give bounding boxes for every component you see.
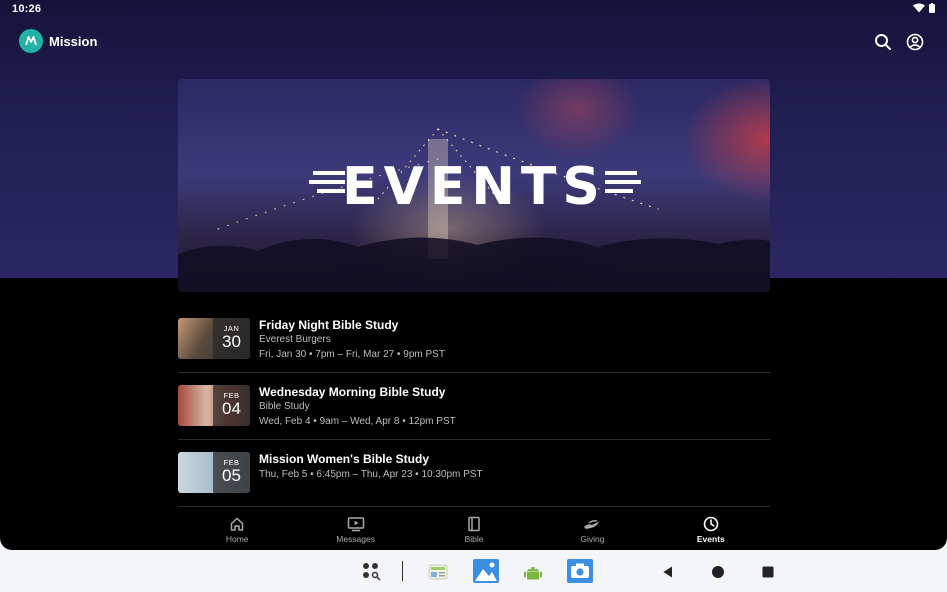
gallery-app-icon[interactable] — [472, 558, 500, 584]
home-icon — [229, 515, 245, 532]
recents-icon[interactable] — [756, 560, 780, 584]
bottom-navigation: Home Messages Bible Giving Events — [178, 513, 770, 550]
event-time: Thu, Feb 5 • 6:45pm – Thu, Apr 23 • 10:3… — [259, 469, 483, 480]
nav-label: Giving — [580, 534, 605, 544]
app-screen: 10:26 Mission EVENTS JAN 30 Friday Night… — [0, 0, 947, 550]
banner-right-lines — [605, 171, 641, 193]
system-taskbar — [0, 550, 947, 592]
news-app-icon[interactable] — [426, 560, 450, 584]
events-banner: EVENTS — [178, 79, 770, 292]
event-thumbnail: FEB 05 — [178, 452, 250, 493]
status-bar: 10:26 — [0, 0, 947, 18]
nav-label: Home — [225, 534, 249, 544]
event-title: Wednesday Morning Bible Study — [259, 385, 446, 399]
banner-title: EVENTS — [342, 157, 606, 217]
event-date-badge: JAN 30 — [213, 318, 250, 359]
events-list: JAN 30 Friday Night Bible Study Everest … — [178, 306, 770, 507]
nav-bible[interactable]: Bible — [415, 513, 533, 550]
event-title: Mission Women's Bible Study — [259, 452, 429, 466]
event-date-badge: FEB 04 — [213, 385, 250, 426]
wifi-icon — [913, 3, 925, 13]
nav-giving[interactable]: Giving — [533, 513, 651, 550]
event-title: Friday Night Bible Study — [259, 318, 399, 332]
book-icon — [467, 515, 481, 532]
home-button-icon[interactable] — [706, 560, 730, 584]
android-app-icon[interactable] — [521, 560, 545, 584]
play-screen-icon — [347, 515, 365, 532]
event-row[interactable]: FEB 05 Mission Women's Bible Study Thu, … — [178, 440, 770, 507]
hand-icon — [583, 515, 601, 532]
search-icon[interactable] — [872, 31, 894, 53]
status-time: 10:26 — [12, 3, 42, 15]
event-day: 04 — [222, 399, 241, 418]
nav-label: Bible — [464, 534, 484, 544]
event-day: 05 — [222, 466, 241, 485]
event-row[interactable]: FEB 04 Wednesday Morning Bible Study Bib… — [178, 373, 770, 440]
nav-messages[interactable]: Messages — [296, 513, 414, 550]
app-title: Mission — [49, 34, 98, 49]
event-subtitle: Everest Burgers — [259, 334, 331, 345]
event-thumbnail: FEB 04 — [178, 385, 250, 426]
back-icon[interactable] — [656, 560, 680, 584]
status-icons — [913, 3, 935, 13]
nav-home[interactable]: Home — [178, 513, 296, 550]
camera-app-icon[interactable] — [566, 558, 594, 584]
nav-label: Events — [696, 534, 725, 544]
battery-icon — [929, 3, 935, 13]
mission-logo-icon[interactable] — [19, 29, 43, 53]
nav-events[interactable]: Events — [652, 513, 770, 550]
event-thumbnail: JAN 30 — [178, 318, 250, 359]
event-date-badge: FEB 05 — [213, 452, 250, 493]
account-icon[interactable] — [904, 31, 926, 53]
clock-icon — [703, 515, 719, 532]
event-day: 30 — [222, 332, 241, 351]
nav-label: Messages — [336, 534, 375, 544]
app-bar: Mission — [0, 28, 947, 56]
event-time: Wed, Feb 4 • 9am – Wed, Apr 8 • 12pm PST — [259, 416, 456, 427]
taskbar-divider — [402, 561, 403, 581]
event-row[interactable]: JAN 30 Friday Night Bible Study Everest … — [178, 306, 770, 373]
app-drawer-icon[interactable] — [360, 560, 384, 584]
event-time: Fri, Jan 30 • 7pm – Fri, Mar 27 • 9pm PS… — [259, 349, 445, 360]
event-subtitle: Bible Study — [259, 401, 310, 412]
